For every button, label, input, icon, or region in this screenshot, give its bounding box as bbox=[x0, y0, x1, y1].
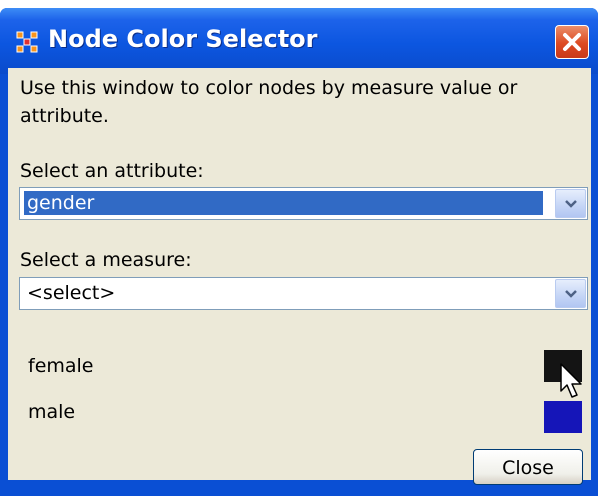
attribute-select[interactable]: gender bbox=[19, 187, 588, 220]
legend-label-female: female bbox=[28, 355, 94, 377]
legend-label-male: male bbox=[28, 401, 76, 423]
measure-label: Select a measure: bbox=[20, 249, 192, 271]
attribute-dropdown-button[interactable] bbox=[555, 189, 586, 218]
chevron-down-icon bbox=[565, 290, 577, 298]
node-grid-icon bbox=[16, 31, 38, 53]
close-button[interactable]: Close bbox=[473, 449, 583, 485]
intro-text: Use this window to color nodes by measur… bbox=[20, 77, 518, 127]
measure-dropdown-button[interactable] bbox=[555, 279, 586, 308]
measure-select[interactable]: <select> bbox=[19, 277, 588, 310]
attribute-label: Select an attribute: bbox=[20, 160, 204, 182]
color-swatch-male[interactable] bbox=[544, 401, 582, 433]
title-close-button[interactable] bbox=[555, 25, 589, 59]
mouse-pointer-icon bbox=[560, 363, 582, 398]
title-bar[interactable]: Node Color Selector bbox=[0, 8, 598, 74]
chevron-down-icon bbox=[565, 200, 577, 208]
attribute-select-value: gender bbox=[24, 191, 543, 215]
measure-select-value: <select> bbox=[27, 282, 116, 304]
window-title: Node Color Selector bbox=[48, 25, 318, 53]
close-icon bbox=[563, 33, 581, 51]
